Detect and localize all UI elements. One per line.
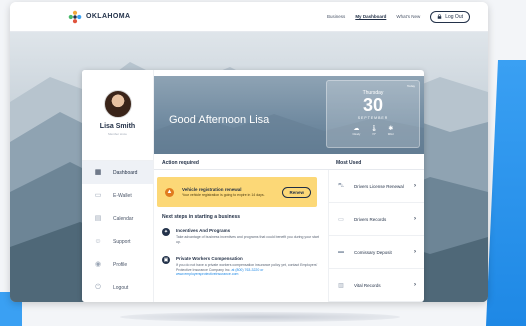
most-used-drivers-license-renewal[interactable]: ⛍ Drivers License Renewal › [329, 170, 424, 203]
person-icon: ◉ [94, 260, 102, 268]
step-incentives[interactable]: ✦ Incentives And Programs Take advantage… [162, 228, 322, 244]
avatar[interactable] [103, 90, 132, 118]
sidebar-item-label: Profile [113, 261, 128, 268]
most-used-label: Vital Records [354, 282, 381, 288]
chevron-right-icon: › [414, 282, 416, 288]
most-used-label: Drivers Records [354, 216, 387, 222]
sidebar-item-label: E-Wallet [113, 192, 132, 199]
decorative-accent-right [486, 60, 526, 326]
oklahoma-flower-icon [68, 10, 82, 23]
chevron-right-icon: › [414, 249, 416, 255]
weather-item-label: Cloudy [352, 133, 361, 136]
greeting-text: Good Afternoon Lisa [169, 114, 270, 126]
most-used-heading: Most Used [336, 160, 362, 166]
most-used-drivers-records[interactable]: ▭ Drivers Records › [329, 203, 424, 236]
most-used-vital-records[interactable]: ▥ Vital Records › [329, 269, 424, 302]
support-icon: ☺ [94, 237, 102, 245]
folder-icon: ▭ [338, 216, 344, 223]
logout-label: Log Out [445, 13, 463, 20]
grid-icon: ▦ [94, 168, 102, 176]
step-body: Private Workers Compensation If you do n… [176, 256, 322, 277]
top-navigation-bar: OKLAHOMA Business My Dashboard What's Ne… [10, 2, 488, 32]
deposit-icon: ▬ [338, 249, 344, 255]
device-shadow [120, 312, 400, 322]
sidebar-item-profile[interactable]: ◉ Profile [82, 253, 153, 276]
cloud-icon: ☁ [353, 126, 360, 132]
briefcase-icon: ▣ [162, 256, 170, 264]
sidebar-item-calendar[interactable]: ▤ Calendar [82, 207, 153, 230]
stage-background: OKLAHOMA Business My Dashboard What's Ne… [0, 0, 526, 326]
weather-month: SEPTEMBER [357, 116, 389, 120]
greeting-banner: Good Afternoon Lisa Today Thursday 30 SE… [154, 76, 424, 154]
sidebar-item-logout[interactable]: ⏻ Logout [82, 276, 153, 299]
nav-business[interactable]: Business [327, 14, 345, 19]
weather-date: 30 [362, 95, 384, 115]
chevron-right-icon: › [414, 216, 416, 222]
most-used-list: ⛍ Drivers License Renewal › ▭ Drivers Re… [328, 170, 424, 302]
weather-item: ✱ Wind [388, 126, 394, 136]
profile-block: Lisa Smith Member since [82, 70, 153, 160]
step-title: Private Workers Compensation [176, 256, 243, 261]
alert-text: Your vehicle registration is going to ex… [182, 193, 265, 197]
sidebar-item-label: Dashboard [113, 169, 138, 176]
weather-item: ☁ Cloudy [352, 126, 360, 136]
next-steps-heading: Next steps in starting a business [162, 214, 241, 220]
step-text: If you do not have a private workers com… [176, 263, 322, 277]
lightbulb-icon: ✦ [162, 228, 170, 236]
lock-icon [437, 14, 442, 19]
sidebar-item-support[interactable]: ☺ Support [82, 230, 153, 253]
sidebar-item-dashboard[interactable]: ▦ Dashboard [82, 161, 153, 184]
renew-button[interactable]: Renew [282, 186, 311, 198]
calendar-icon: ▤ [94, 214, 102, 222]
action-required-heading: Action required [162, 160, 199, 166]
weather-item-label: 72° [372, 133, 376, 136]
sidebar-item-label: Calendar [113, 215, 134, 222]
document-icon: ▥ [338, 282, 344, 289]
alert-title: Vehicle registration renewal [182, 187, 242, 192]
thermometer-icon: 🌡 [370, 126, 378, 132]
nav-my-dashboard[interactable]: My Dashboard [355, 14, 386, 19]
warning-icon: ▲ [165, 187, 174, 197]
step-workers-compensation[interactable]: ▣ Private Workers Compensation If you do… [162, 256, 322, 277]
wallet-icon: ▭ [94, 191, 102, 199]
step-title: Incentives And Programs [176, 228, 231, 233]
profile-subtitle: Member since [108, 132, 127, 136]
top-nav: Business My Dashboard What's New Log Out [327, 10, 470, 23]
sidebar-item-label: Logout [113, 284, 129, 291]
step-body: Incentives And Programs Take advantage o… [176, 228, 322, 244]
sidebar-item-e-wallet[interactable]: ▭ E-Wallet [82, 184, 153, 207]
nav-whats-new[interactable]: What's New [396, 14, 420, 19]
weather-today-label: Today [406, 84, 415, 88]
logout-button[interactable]: Log Out [430, 10, 470, 23]
logo-text: OKLAHOMA [86, 13, 131, 20]
alert-body: Vehicle registration renewal Your vehicl… [182, 187, 265, 197]
dashboard-card: Lisa Smith Member since ▦ Dashboard ▭ E-… [82, 70, 424, 302]
step-text: Take advantage of business incentives an… [176, 235, 320, 244]
weather-item: 🌡 72° [370, 126, 378, 136]
most-used-label: Drivers License Renewal [354, 183, 404, 189]
sidebar: Lisa Smith Member since ▦ Dashboard ▭ E-… [82, 70, 154, 302]
oklahoma-logo[interactable]: OKLAHOMA [68, 10, 130, 24]
profile-name: Lisa Smith [99, 123, 136, 130]
car-icon: ⛍ [337, 183, 345, 189]
most-used-comissary-deposit[interactable]: ▬ Comissary Deposit › [329, 236, 424, 269]
sidebar-nav: ▦ Dashboard ▭ E-Wallet ▤ Calendar ☺ Supp… [82, 160, 153, 299]
most-used-label: Comissary Deposit [354, 249, 392, 255]
sidebar-item-label: Support [113, 238, 131, 245]
browser-window: OKLAHOMA Business My Dashboard What's Ne… [10, 2, 488, 302]
weather-widget: Today Thursday 30 SEPTEMBER ☁ Cloudy 🌡 7… [326, 80, 420, 148]
weather-icons: ☁ Cloudy 🌡 72° ✱ Wind [327, 126, 419, 136]
registration-alert: ▲ Vehicle registration renewal Your vehi… [157, 177, 317, 207]
power-icon: ⏻ [95, 283, 101, 291]
wind-icon: ✱ [388, 126, 394, 132]
weather-item-label: Wind [387, 133, 394, 136]
chevron-right-icon: › [414, 183, 416, 189]
